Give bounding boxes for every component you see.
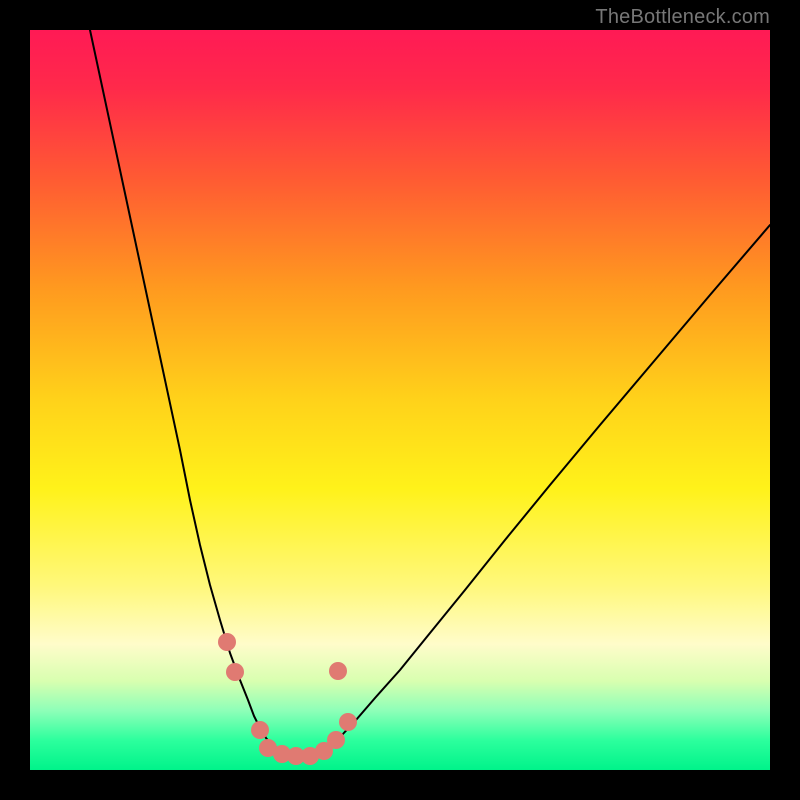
marker-right-upper: [329, 662, 347, 680]
marker-floor-6: [327, 731, 345, 749]
marker-left-upper-2: [226, 663, 244, 681]
marker-left-upper-1: [218, 633, 236, 651]
marker-left-lower: [251, 721, 269, 739]
plot-area: [30, 30, 770, 770]
watermark-text: TheBottleneck.com: [595, 6, 770, 29]
marker-right-1: [339, 713, 357, 731]
chart-frame: TheBottleneck.com: [0, 0, 800, 800]
bottleneck-curve-path: [90, 30, 770, 754]
bottleneck-curve: [30, 30, 770, 770]
